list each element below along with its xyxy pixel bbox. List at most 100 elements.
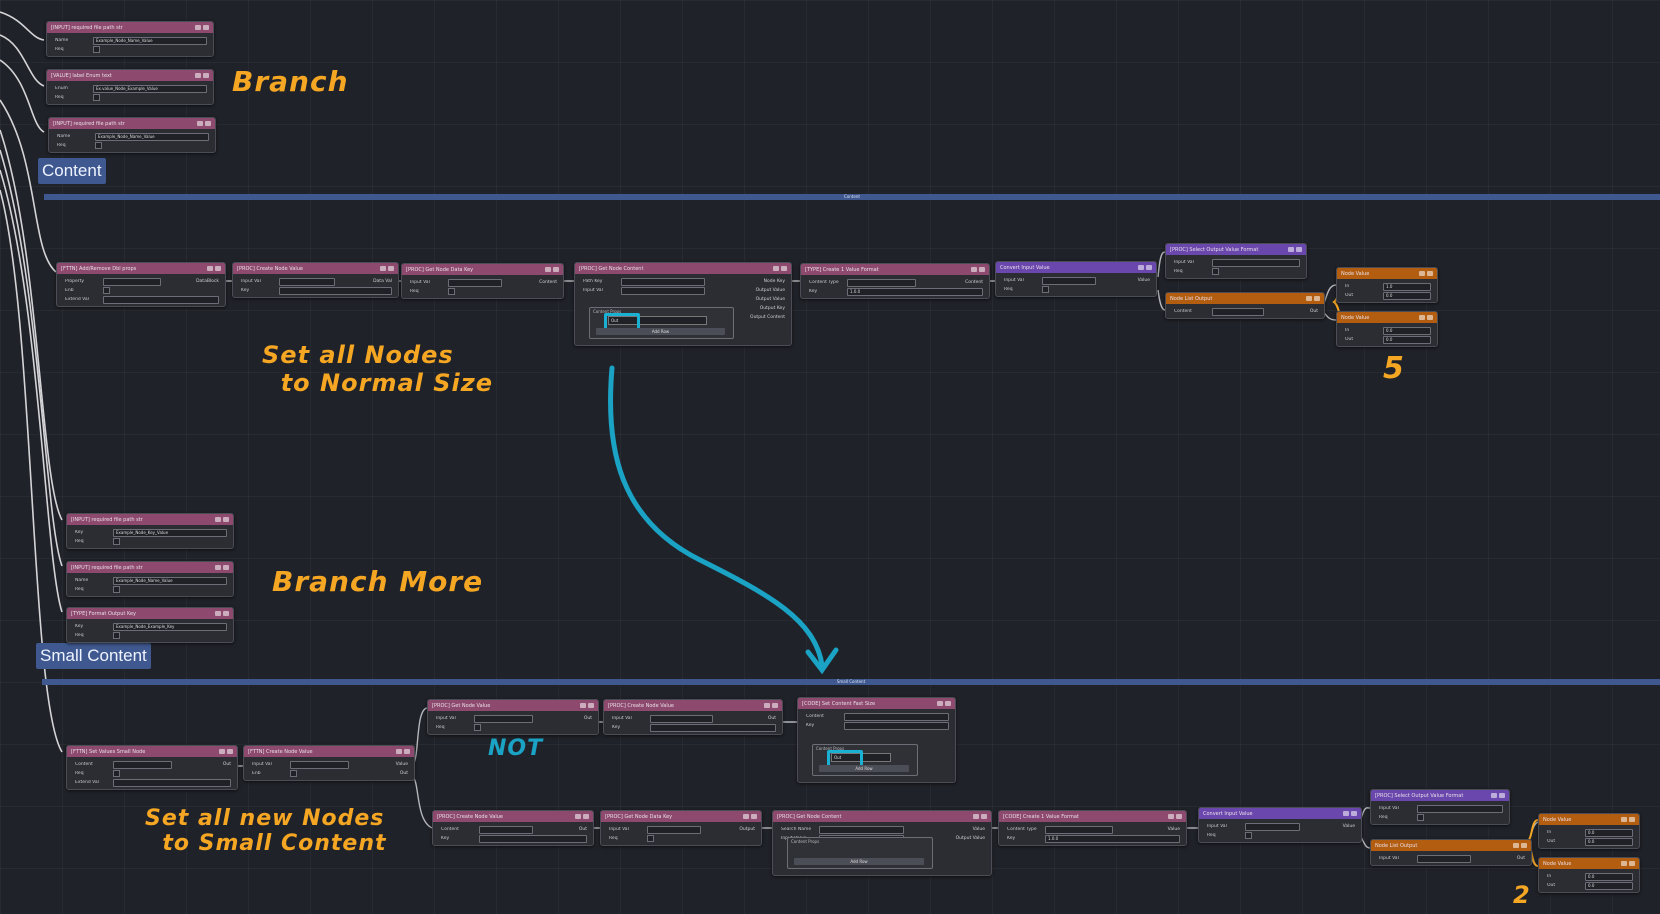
node-c3[interactable]: [PROC] Get Node Data Key Input Val Content… bbox=[401, 263, 564, 299]
node-header[interactable]: [TYPE] Create 1 Value Format bbox=[801, 264, 989, 275]
node-s8[interactable]: [PROC] Get Node ContentSearch NameValueI… bbox=[772, 810, 992, 876]
node-m1[interactable]: [INPUT] required file path str Key Example… bbox=[66, 513, 234, 549]
node-header[interactable]: [CODE] Set Content Fast Size bbox=[798, 698, 955, 709]
collapse-icon[interactable] bbox=[553, 267, 559, 272]
row-input[interactable] bbox=[113, 760, 172, 769]
collapse-icon[interactable] bbox=[223, 565, 229, 570]
pin-icon[interactable] bbox=[971, 267, 977, 272]
node-header[interactable]: Convert Input Value bbox=[1199, 808, 1361, 819]
node-c7[interactable]: [PROC] Select Output Value Format Input V… bbox=[1165, 243, 1307, 279]
node-s3[interactable]: [PROC] Get Node Value Input Val Out Req bbox=[427, 699, 599, 735]
node-header[interactable]: [INPUT] required file path str bbox=[67, 562, 233, 573]
node-header[interactable]: Node Value bbox=[1539, 814, 1639, 825]
row-input[interactable]: 0.0 bbox=[1383, 335, 1431, 344]
collapse-icon[interactable] bbox=[751, 814, 757, 819]
node-c10[interactable]: Node Value In 0.0 Out 0.0 bbox=[1336, 311, 1438, 347]
row-input[interactable]: 1.0.0 bbox=[1045, 834, 1180, 843]
pin-icon[interactable] bbox=[1621, 861, 1627, 866]
row-checkbox[interactable] bbox=[647, 835, 654, 842]
collapse-icon[interactable] bbox=[227, 749, 233, 754]
pin-icon[interactable] bbox=[1288, 247, 1294, 252]
collapse-icon[interactable] bbox=[588, 703, 594, 708]
pin-icon[interactable] bbox=[1343, 811, 1349, 816]
node-header[interactable]: [VALUE] label Enum text bbox=[47, 70, 213, 81]
node-s10[interactable]: Convert Input Value Input Val Value Req bbox=[1198, 807, 1362, 843]
collapse-icon[interactable] bbox=[1427, 315, 1433, 320]
collapse-icon[interactable] bbox=[1296, 247, 1302, 252]
row-checkbox[interactable] bbox=[93, 94, 100, 101]
pin-icon[interactable] bbox=[215, 517, 221, 522]
pin-icon[interactable] bbox=[937, 701, 943, 706]
node-header[interactable]: [INPUT] required file path str bbox=[49, 118, 215, 129]
pin-icon[interactable] bbox=[575, 814, 581, 819]
row-input[interactable]: 0.0 bbox=[1383, 326, 1431, 335]
row-input[interactable]: Example_Node_Example_Key bbox=[113, 622, 227, 631]
pin-icon[interactable] bbox=[773, 266, 779, 271]
row-input[interactable]: Example_Node_Name_Value bbox=[95, 132, 209, 141]
node-header[interactable]: [PROC] Select Output Value Format bbox=[1166, 244, 1306, 255]
pin-icon[interactable] bbox=[215, 565, 221, 570]
pin-icon[interactable] bbox=[219, 749, 225, 754]
node-header[interactable]: [INPUT] required file path str bbox=[67, 514, 233, 525]
node-s4[interactable]: [PROC] Create Node Value Input Val Out Key bbox=[603, 699, 783, 735]
pin-icon[interactable] bbox=[380, 266, 386, 271]
node-header[interactable]: [FTTN] Add/Remove Dbl props bbox=[57, 263, 225, 274]
node-m2[interactable]: [INPUT] required file path str Name Exampl… bbox=[66, 561, 234, 597]
row-input[interactable]: 0.0 bbox=[1585, 828, 1633, 837]
node-s5[interactable]: [CODE] Set Content Fast Size Content Key Co… bbox=[797, 697, 956, 783]
node-header[interactable]: Convert Input Value bbox=[996, 262, 1156, 273]
node-header[interactable]: [FTTN] Set Values Small Node bbox=[67, 746, 237, 757]
collapse-icon[interactable] bbox=[215, 266, 221, 271]
node-s1[interactable]: [FTTN] Set Values Small Node Content Out Re… bbox=[66, 745, 238, 790]
collapse-icon[interactable] bbox=[203, 73, 209, 78]
collapse-icon[interactable] bbox=[945, 701, 951, 706]
node-c9[interactable]: Node Value In 1.0 Out 0.0 bbox=[1336, 267, 1438, 303]
row-checkbox[interactable] bbox=[1245, 832, 1252, 839]
row-input[interactable] bbox=[819, 825, 904, 834]
row-input[interactable] bbox=[1045, 825, 1113, 834]
node-s2[interactable]: [FTTN] Create Node Value Input Val Value En… bbox=[243, 745, 415, 781]
node-c2[interactable]: [PROC] Create Node Value Input Val Data Va… bbox=[232, 262, 399, 298]
pin-icon[interactable] bbox=[1513, 843, 1519, 848]
row-input[interactable] bbox=[844, 721, 949, 730]
row-checkbox[interactable] bbox=[113, 586, 120, 593]
node-header[interactable]: [FTTN] Create Node Value bbox=[244, 746, 414, 757]
collapse-icon[interactable] bbox=[1499, 793, 1505, 798]
pin-icon[interactable] bbox=[197, 121, 203, 126]
collapse-icon[interactable] bbox=[223, 517, 229, 522]
collapse-icon[interactable] bbox=[1629, 817, 1635, 822]
row-checkbox[interactable] bbox=[103, 287, 110, 294]
add-row-button[interactable]: Add Row bbox=[794, 858, 924, 865]
row-checkbox[interactable] bbox=[113, 770, 120, 777]
collapse-icon[interactable] bbox=[223, 611, 229, 616]
add-row-button[interactable]: Add Row bbox=[819, 765, 909, 772]
node-s14[interactable]: Node Value In 0.0 Out 0.0 bbox=[1538, 857, 1640, 893]
node-n2[interactable]: [VALUE] label Enum text Enum Ex.value_Node… bbox=[46, 69, 214, 105]
collapse-icon[interactable] bbox=[1351, 811, 1357, 816]
small-content-group-label[interactable]: Small Content bbox=[36, 643, 151, 669]
node-n3[interactable]: [INPUT] required file path str Name Exampl… bbox=[48, 117, 216, 153]
row-input[interactable]: 0.0 bbox=[1585, 837, 1633, 846]
pin-icon[interactable] bbox=[580, 703, 586, 708]
row-checkbox[interactable] bbox=[290, 770, 297, 777]
row-checkbox[interactable] bbox=[474, 724, 481, 731]
node-header[interactable]: [PROC] Create Node Value bbox=[604, 700, 782, 711]
collapse-icon[interactable] bbox=[979, 267, 985, 272]
pin-icon[interactable] bbox=[396, 749, 402, 754]
row-input[interactable] bbox=[448, 278, 502, 287]
row-input[interactable] bbox=[474, 714, 533, 723]
collapse-icon[interactable] bbox=[772, 703, 778, 708]
pin-icon[interactable] bbox=[545, 267, 551, 272]
row-checkbox[interactable] bbox=[448, 288, 455, 295]
row-input[interactable] bbox=[279, 277, 335, 286]
row-input[interactable] bbox=[279, 286, 392, 295]
add-row-button[interactable]: Add Row bbox=[596, 328, 725, 335]
collapse-icon[interactable] bbox=[981, 814, 987, 819]
collapse-icon[interactable] bbox=[203, 25, 209, 30]
row-input[interactable] bbox=[1245, 822, 1300, 831]
pin-icon[interactable] bbox=[973, 814, 979, 819]
pin-icon[interactable] bbox=[1419, 315, 1425, 320]
collapse-icon[interactable] bbox=[583, 814, 589, 819]
collapse-icon[interactable] bbox=[404, 749, 410, 754]
row-input[interactable]: 1.0.0 bbox=[847, 287, 983, 296]
